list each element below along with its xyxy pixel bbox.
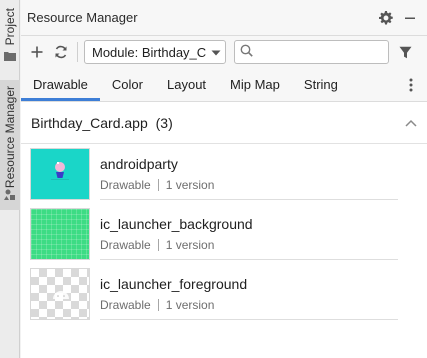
resource-manager-panel: Resource Manager Module: Birthday_C Draw…	[21, 0, 427, 358]
module-select[interactable]: Module: Birthday_C	[84, 40, 226, 64]
plus-icon[interactable]	[25, 40, 49, 64]
project-tool-tab[interactable]: Project	[0, 4, 20, 68]
tab-mip-map[interactable]: Mip Map	[218, 68, 292, 101]
shapes-icon	[4, 189, 16, 204]
tab-layout[interactable]: Layout	[155, 68, 218, 101]
gear-icon[interactable]	[375, 7, 397, 29]
android-head-outline	[53, 291, 69, 299]
tab-string[interactable]: String	[292, 68, 350, 101]
resource-list: Birthday_Card.app (3) androidparty Drawa…	[21, 102, 427, 358]
resource-meta: Drawable 1 version	[100, 178, 398, 192]
resource-meta: Drawable 1 version	[100, 238, 398, 252]
resource-versions: 1 version	[165, 177, 215, 192]
meta-divider	[157, 178, 159, 191]
tab-label: Drawable	[33, 77, 88, 92]
resource-toolbar: Module: Birthday_C	[21, 36, 427, 68]
resource-meta: Drawable 1 version	[100, 298, 398, 312]
resource-name: ic_launcher_foreground	[100, 275, 248, 292]
minimize-icon[interactable]	[399, 7, 421, 29]
resource-type-tabs: Drawable Color Layout Mip Map String	[21, 68, 427, 102]
resource-info: ic_launcher_background Drawable 1 versio…	[100, 208, 398, 260]
group-count: (3)	[155, 114, 173, 131]
resource-info: androidparty Drawable 1 version	[100, 148, 398, 200]
filter-icon[interactable]	[393, 40, 417, 64]
chevron-down-icon	[211, 45, 221, 60]
resource-thumbnail	[30, 268, 90, 320]
chevron-up-icon[interactable]	[405, 115, 417, 130]
resource-versions: 1 version	[165, 297, 215, 312]
group-title: Birthday_Card.app	[31, 114, 148, 131]
tab-label: Color	[111, 77, 143, 92]
list-item[interactable]: ic_launcher_foreground Drawable 1 versio…	[21, 264, 427, 324]
toolbar-separator	[77, 42, 78, 62]
resource-manager-tool-tab[interactable]: Resource Manager	[0, 80, 20, 210]
meta-divider	[157, 298, 159, 311]
resource-versions: 1 version	[165, 237, 215, 252]
resource-info: ic_launcher_foreground Drawable 1 versio…	[100, 268, 398, 320]
search-field[interactable]	[234, 40, 389, 64]
resource-type: Drawable	[100, 237, 151, 252]
tab-label: Layout	[167, 77, 207, 92]
more-vertical-icon[interactable]	[401, 74, 421, 96]
refresh-icon[interactable]	[49, 40, 73, 64]
search-input[interactable]	[257, 45, 377, 59]
panel-titlebar: Resource Manager	[21, 0, 427, 36]
tab-label: Mip Map	[230, 77, 280, 92]
tab-drawable[interactable]: Drawable	[21, 68, 100, 101]
panel-title: Resource Manager	[27, 10, 138, 25]
tab-label: String	[303, 77, 338, 92]
resource-type: Drawable	[100, 177, 151, 192]
resource-thumbnail	[30, 148, 90, 200]
module-select-value: Module: Birthday_C	[92, 44, 207, 60]
list-item[interactable]: ic_launcher_background Drawable 1 versio…	[21, 204, 427, 264]
tool-window-strip: Project Resource Manager	[0, 0, 20, 358]
project-tab-label: Project	[3, 8, 17, 46]
resource-manager-tab-label: Resource Manager	[3, 86, 17, 189]
party-image	[51, 162, 69, 180]
tab-color[interactable]: Color	[100, 68, 155, 101]
resource-type: Drawable	[100, 297, 151, 312]
folder-icon	[4, 49, 16, 64]
list-item[interactable]: androidparty Drawable 1 version	[21, 144, 427, 204]
group-title-wrap: Birthday_Card.app (3)	[31, 115, 405, 131]
resource-name: androidparty	[100, 155, 178, 172]
resource-group-header[interactable]: Birthday_Card.app (3)	[21, 102, 427, 144]
resource-thumbnail	[30, 208, 90, 260]
meta-divider	[157, 238, 159, 251]
search-icon	[240, 44, 253, 60]
resource-name: ic_launcher_background	[100, 215, 253, 232]
